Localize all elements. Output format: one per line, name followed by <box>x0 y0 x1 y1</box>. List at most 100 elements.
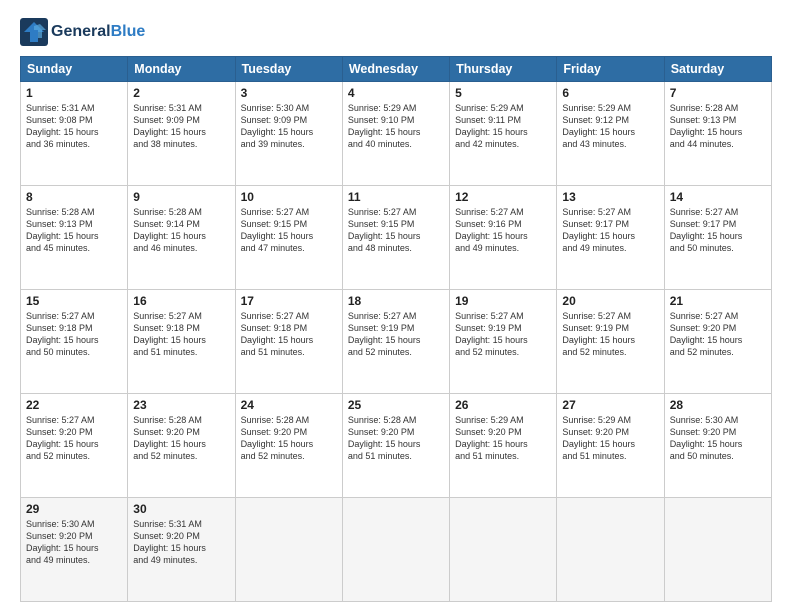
day-number: 30 <box>133 502 229 516</box>
cell-info: Sunrise: 5:27 AMSunset: 9:18 PMDaylight:… <box>241 310 337 359</box>
calendar-cell: 6 Sunrise: 5:29 AMSunset: 9:12 PMDaylight… <box>557 82 664 186</box>
cell-info: Sunrise: 5:29 AMSunset: 9:10 PMDaylight:… <box>348 102 444 151</box>
day-number: 24 <box>241 398 337 412</box>
calendar-cell: 24 Sunrise: 5:28 AMSunset: 9:20 PMDayligh… <box>235 394 342 498</box>
day-number: 26 <box>455 398 551 412</box>
calendar-cell: 17 Sunrise: 5:27 AMSunset: 9:18 PMDayligh… <box>235 290 342 394</box>
calendar-week-3: 15 Sunrise: 5:27 AMSunset: 9:18 PMDayligh… <box>21 290 772 394</box>
calendar-cell: 21Sunrise: 5:27 AMSunset: 9:20 PMDayligh… <box>664 290 771 394</box>
day-number: 27 <box>562 398 658 412</box>
calendar-week-5: 29 Sunrise: 5:30 AMSunset: 9:20 PMDayligh… <box>21 498 772 602</box>
cell-info: Sunrise: 5:27 AMSunset: 9:18 PMDaylight:… <box>26 310 122 359</box>
calendar-body: 1 Sunrise: 5:31 AMSunset: 9:08 PMDaylight… <box>21 82 772 602</box>
calendar-cell: 3 Sunrise: 5:30 AMSunset: 9:09 PMDaylight… <box>235 82 342 186</box>
cell-info: Sunrise: 5:29 AMSunset: 9:20 PMDaylight:… <box>562 414 658 463</box>
calendar-cell: 14 Sunrise: 5:27 AMSunset: 9:17 PMDayligh… <box>664 186 771 290</box>
calendar-week-2: 8 Sunrise: 5:28 AMSunset: 9:13 PMDaylight… <box>21 186 772 290</box>
logo-text: GeneralBlue <box>51 23 145 41</box>
calendar-cell <box>235 498 342 602</box>
calendar-cell: 27 Sunrise: 5:29 AMSunset: 9:20 PMDayligh… <box>557 394 664 498</box>
calendar-cell: 2 Sunrise: 5:31 AMSunset: 9:09 PMDaylight… <box>128 82 235 186</box>
cell-info: Sunrise: 5:28 AMSunset: 9:20 PMDaylight:… <box>348 414 444 463</box>
cell-info: Sunrise: 5:29 AMSunset: 9:11 PMDaylight:… <box>455 102 551 151</box>
day-number: 12 <box>455 190 551 204</box>
calendar-cell: 19 Sunrise: 5:27 AMSunset: 9:19 PMDayligh… <box>450 290 557 394</box>
page: GeneralBlue SundayMondayTuesdayWednesday… <box>0 0 792 612</box>
cell-info: Sunrise: 5:27 AMSunset: 9:19 PMDaylight:… <box>455 310 551 359</box>
cell-info: Sunrise: 5:27 AMSunset: 9:19 PMDaylight:… <box>562 310 658 359</box>
day-number: 21 <box>670 294 766 308</box>
calendar-cell: 13Sunrise: 5:27 AMSunset: 9:17 PMDayligh… <box>557 186 664 290</box>
day-number: 2 <box>133 86 229 100</box>
day-number: 8 <box>26 190 122 204</box>
calendar-cell: 25 Sunrise: 5:28 AMSunset: 9:20 PMDayligh… <box>342 394 449 498</box>
day-number: 7 <box>670 86 766 100</box>
day-number: 11 <box>348 190 444 204</box>
day-number: 5 <box>455 86 551 100</box>
calendar-cell: 12Sunrise: 5:27 AMSunset: 9:16 PMDayligh… <box>450 186 557 290</box>
day-number: 18 <box>348 294 444 308</box>
weekday-header-friday: Friday <box>557 57 664 82</box>
day-number: 20 <box>562 294 658 308</box>
calendar-cell <box>664 498 771 602</box>
cell-info: Sunrise: 5:28 AMSunset: 9:13 PMDaylight:… <box>26 206 122 255</box>
cell-info: Sunrise: 5:27 AMSunset: 9:17 PMDaylight:… <box>562 206 658 255</box>
day-number: 22 <box>26 398 122 412</box>
cell-info: Sunrise: 5:28 AMSunset: 9:20 PMDaylight:… <box>133 414 229 463</box>
cell-info: Sunrise: 5:28 AMSunset: 9:20 PMDaylight:… <box>241 414 337 463</box>
calendar-cell: 30Sunrise: 5:31 AMSunset: 9:20 PMDayligh… <box>128 498 235 602</box>
cell-info: Sunrise: 5:28 AMSunset: 9:13 PMDaylight:… <box>670 102 766 151</box>
cell-info: Sunrise: 5:30 AMSunset: 9:20 PMDaylight:… <box>670 414 766 463</box>
cell-info: Sunrise: 5:28 AMSunset: 9:14 PMDaylight:… <box>133 206 229 255</box>
calendar-cell <box>557 498 664 602</box>
day-number: 28 <box>670 398 766 412</box>
calendar-cell: 26 Sunrise: 5:29 AMSunset: 9:20 PMDayligh… <box>450 394 557 498</box>
weekday-header-saturday: Saturday <box>664 57 771 82</box>
day-number: 23 <box>133 398 229 412</box>
cell-info: Sunrise: 5:27 AMSunset: 9:19 PMDaylight:… <box>348 310 444 359</box>
calendar-cell: 11Sunrise: 5:27 AMSunset: 9:15 PMDayligh… <box>342 186 449 290</box>
calendar-table: SundayMondayTuesdayWednesdayThursdayFrid… <box>20 56 772 602</box>
logo: GeneralBlue <box>20 18 145 46</box>
day-number: 1 <box>26 86 122 100</box>
calendar-cell <box>450 498 557 602</box>
calendar-cell: 15 Sunrise: 5:27 AMSunset: 9:18 PMDayligh… <box>21 290 128 394</box>
cell-info: Sunrise: 5:30 AMSunset: 9:20 PMDaylight:… <box>26 518 122 567</box>
calendar-cell: 5 Sunrise: 5:29 AMSunset: 9:11 PMDaylight… <box>450 82 557 186</box>
calendar-cell: 10 Sunrise: 5:27 AMSunset: 9:15 PMDayligh… <box>235 186 342 290</box>
cell-info: Sunrise: 5:30 AMSunset: 9:09 PMDaylight:… <box>241 102 337 151</box>
calendar-cell: 16Sunrise: 5:27 AMSunset: 9:18 PMDayligh… <box>128 290 235 394</box>
day-number: 3 <box>241 86 337 100</box>
calendar-week-1: 1 Sunrise: 5:31 AMSunset: 9:08 PMDaylight… <box>21 82 772 186</box>
cell-info: Sunrise: 5:27 AMSunset: 9:15 PMDaylight:… <box>241 206 337 255</box>
cell-info: Sunrise: 5:27 AMSunset: 9:17 PMDaylight:… <box>670 206 766 255</box>
weekday-header-thursday: Thursday <box>450 57 557 82</box>
day-number: 25 <box>348 398 444 412</box>
cell-info: Sunrise: 5:29 AMSunset: 9:12 PMDaylight:… <box>562 102 658 151</box>
weekday-header-wednesday: Wednesday <box>342 57 449 82</box>
day-number: 19 <box>455 294 551 308</box>
cell-info: Sunrise: 5:31 AMSunset: 9:08 PMDaylight:… <box>26 102 122 151</box>
day-number: 17 <box>241 294 337 308</box>
calendar-cell: 9 Sunrise: 5:28 AMSunset: 9:14 PMDaylight… <box>128 186 235 290</box>
cell-info: Sunrise: 5:27 AMSunset: 9:18 PMDaylight:… <box>133 310 229 359</box>
cell-info: Sunrise: 5:31 AMSunset: 9:09 PMDaylight:… <box>133 102 229 151</box>
weekday-header-monday: Monday <box>128 57 235 82</box>
calendar-cell: 20 Sunrise: 5:27 AMSunset: 9:19 PMDayligh… <box>557 290 664 394</box>
calendar-cell: 29 Sunrise: 5:30 AMSunset: 9:20 PMDayligh… <box>21 498 128 602</box>
weekday-header-sunday: Sunday <box>21 57 128 82</box>
cell-info: Sunrise: 5:29 AMSunset: 9:20 PMDaylight:… <box>455 414 551 463</box>
calendar-cell: 1 Sunrise: 5:31 AMSunset: 9:08 PMDaylight… <box>21 82 128 186</box>
day-number: 9 <box>133 190 229 204</box>
day-number: 6 <box>562 86 658 100</box>
day-number: 10 <box>241 190 337 204</box>
calendar-cell: 28 Sunrise: 5:30 AMSunset: 9:20 PMDayligh… <box>664 394 771 498</box>
day-number: 15 <box>26 294 122 308</box>
calendar-cell: 7 Sunrise: 5:28 AMSunset: 9:13 PMDaylight… <box>664 82 771 186</box>
day-number: 14 <box>670 190 766 204</box>
calendar-cell: 22Sunrise: 5:27 AMSunset: 9:20 PMDayligh… <box>21 394 128 498</box>
day-number: 29 <box>26 502 122 516</box>
weekday-header-row: SundayMondayTuesdayWednesdayThursdayFrid… <box>21 57 772 82</box>
calendar-cell: 4Sunrise: 5:29 AMSunset: 9:10 PMDaylight… <box>342 82 449 186</box>
calendar-cell <box>342 498 449 602</box>
